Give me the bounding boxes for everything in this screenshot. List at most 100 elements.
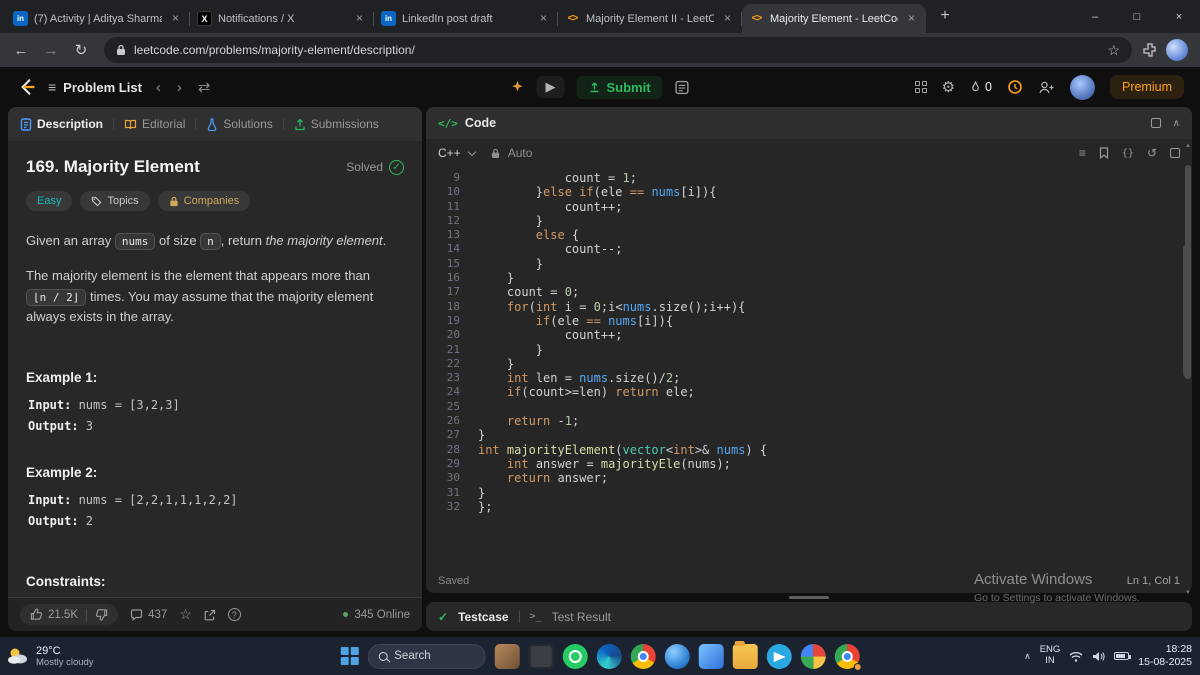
tray-chevron-icon[interactable]: ∧ [1024,651,1031,662]
browser-tab[interactable]: X Notifications / X × [190,4,374,33]
language-selector[interactable]: C++ [438,146,461,160]
browser-tab[interactable]: <> Majority Element II - LeetCode × [558,4,742,33]
blue-app-icon[interactable] [664,643,690,669]
user-avatar[interactable] [1069,74,1095,100]
code-line[interactable]: 14 count--; [426,242,1192,256]
browser-tab[interactable]: in LinkedIn post draft × [374,4,558,33]
code-line[interactable]: 25 [426,400,1192,414]
window-minimize-button[interactable]: – [1074,0,1116,33]
like-button[interactable]: 21.5K [30,608,78,621]
code-line[interactable]: 22 } [426,357,1192,371]
reload-button[interactable]: ↻ [68,37,94,63]
address-bar[interactable]: leetcode.com/problems/majority-element/d… [104,37,1132,63]
tab-close-icon[interactable]: × [904,11,919,26]
undo-icon[interactable]: ↺ [1147,146,1157,160]
share-icon[interactable] [204,609,216,621]
browser-tab[interactable]: in (7) Activity | Aditya Sharma | Li × [6,4,190,33]
file-explorer-icon[interactable] [732,640,758,669]
start-button[interactable] [340,647,359,665]
run-button[interactable]: ▶ [536,76,565,98]
photos-app-icon[interactable] [800,643,826,669]
code-line[interactable]: 13 else { [426,228,1192,242]
code-line[interactable]: 18 for(int i = 0;i<nums.size();i++){ [426,300,1192,314]
scroll-down-icon[interactable]: ▼ [1185,590,1191,596]
thumbs-down-icon[interactable] [95,608,108,621]
telegram-icon[interactable] [766,643,792,669]
window-maximize-button[interactable]: □ [1116,0,1158,33]
fullscreen-icon[interactable] [1150,118,1161,128]
extensions-puzzle-icon[interactable] [1142,42,1158,58]
help-icon[interactable]: ? [227,608,241,621]
tab-close-icon[interactable]: × [168,11,183,26]
taskbar-search[interactable]: Search [367,643,486,669]
browser-profile-avatar[interactable] [1166,39,1188,61]
window-close-button[interactable]: × [1158,0,1200,33]
back-button[interactable]: ← [8,37,34,63]
streak-counter[interactable]: 0 [970,80,992,94]
code-line[interactable]: 29 int answer = majorityEle(nums); [426,457,1192,471]
maximize-editor-icon[interactable] [1170,148,1180,158]
new-tab-button[interactable]: + [932,4,958,30]
premium-button[interactable]: Premium [1109,75,1184,99]
format-code-icon[interactable]: ≡ [1079,146,1086,160]
autocomplete-label[interactable]: Auto [508,146,533,160]
tab-editorial[interactable]: Editorial [124,117,185,131]
image-file-icon[interactable] [494,643,520,669]
code-line[interactable]: 9 count = 1; [426,171,1192,185]
companies-badge[interactable]: Companies [157,191,251,211]
bookmark-star-icon[interactable]: ☆ [1107,42,1120,59]
gear-icon[interactable]: ⚙ [942,78,955,96]
taskbar-clock[interactable]: 18:28 15-08-2025 [1138,643,1192,669]
code-line[interactable]: 27} [426,428,1192,442]
code-line[interactable]: 17 count = 0; [426,285,1192,299]
code-line[interactable]: 16 } [426,271,1192,285]
next-problem-button[interactable]: › [175,79,184,96]
notes-icon[interactable] [675,80,690,95]
scroll-up-icon[interactable]: ▲ [1185,143,1191,149]
edge-browser-icon[interactable] [596,643,622,669]
code-line[interactable]: 31} [426,486,1192,500]
problem-list-button[interactable]: ≡ Problem List [48,79,142,95]
description-scrollbar[interactable] [1185,165,1191,379]
code-line[interactable]: 24 if(count>=len) return ele; [426,385,1192,399]
testcase-tab[interactable]: Testcase [458,610,508,624]
code-line[interactable]: 28 int majorityElement(vector<int>& nums)… [426,443,1192,457]
snippets-icon[interactable]: {} [1122,148,1134,159]
bookmark-icon[interactable] [1099,147,1109,159]
invite-user-icon[interactable] [1038,80,1055,95]
code-line[interactable]: 21 } [426,343,1192,357]
difficulty-badge[interactable]: Easy [26,191,73,211]
tab-solutions[interactable]: Solutions [206,117,273,131]
whatsapp-icon[interactable] [562,643,588,669]
leetcode-logo[interactable] [16,76,36,98]
ai-assistant-icon[interactable] [510,80,524,94]
code-line[interactable]: 23 int len = nums.size()/2; [426,371,1192,385]
battery-icon[interactable] [1114,652,1132,660]
code-line[interactable]: 19 if(ele == nums[i]){ [426,314,1192,328]
submit-button[interactable]: Submit [576,75,663,99]
code-line[interactable]: 20 count++; [426,328,1192,342]
code-line[interactable]: 10 }else if(ele == nums[i]){ [426,185,1192,199]
favorite-star-icon[interactable]: ☆ [179,606,192,623]
browser-tab[interactable]: <> Majority Element - LeetCode × [742,4,926,33]
topics-badge[interactable]: Topics [80,191,150,211]
layout-grid-icon[interactable] [914,81,927,93]
code-line[interactable]: 15 } [426,257,1192,271]
collapse-panel-icon[interactable]: ∧ [1173,118,1180,129]
code-line[interactable]: 26 return -1; [426,414,1192,428]
tab-description[interactable]: Description [20,117,103,131]
tab-close-icon[interactable]: × [536,11,551,26]
forward-button[interactable]: → [38,37,64,63]
code-area[interactable]: 9 count = 1; 10 }else if(ele == nums[i]){… [426,167,1192,514]
tab-close-icon[interactable]: × [352,11,367,26]
timer-icon[interactable] [1007,79,1023,95]
blue-app-icon-2[interactable] [698,643,724,669]
cursor-position[interactable]: Ln 1, Col 1 [1127,575,1180,587]
taskbar-weather-widget[interactable]: 29°C Mostly cloudy [6,645,94,668]
code-line[interactable]: 30 return answer; [426,471,1192,485]
shuffle-icon[interactable]: ⇄ [196,78,213,96]
comments-button[interactable]: 437 [130,609,167,621]
chrome-browser-icon[interactable] [630,643,656,669]
wifi-icon[interactable] [1069,651,1083,662]
prev-problem-button[interactable]: ‹ [154,79,163,96]
